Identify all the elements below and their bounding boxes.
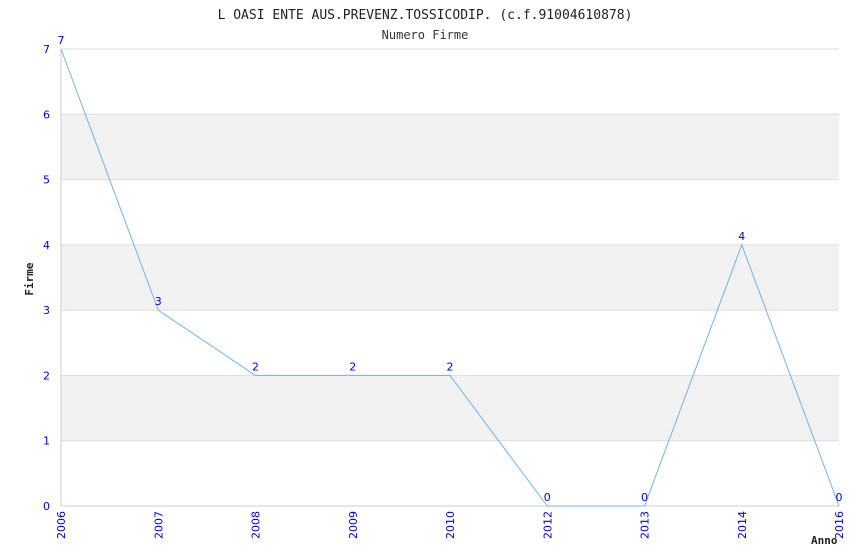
x-tick-label: 2006 bbox=[55, 511, 68, 539]
y-tick-label: 3 bbox=[43, 304, 50, 317]
y-tick-labels: 0 1 2 3 4 5 6 7 bbox=[43, 43, 50, 513]
grid-band bbox=[61, 114, 839, 180]
line-chart: 01234567 2006 2007 2008 2009 2010 2012 2013 201… bbox=[23, 8, 846, 547]
grid-band bbox=[61, 375, 839, 441]
data-label: 3 bbox=[155, 295, 162, 308]
y-tick-label: 5 bbox=[43, 174, 50, 187]
data-label: 7 bbox=[58, 34, 65, 47]
data-label: 2 bbox=[447, 360, 454, 373]
chart-subtitle: Numero Firme bbox=[382, 28, 469, 42]
x-tick-label: 2009 bbox=[347, 511, 360, 539]
data-label: 0 bbox=[836, 491, 843, 504]
data-label: 4 bbox=[738, 230, 745, 243]
data-label: 2 bbox=[349, 360, 356, 373]
y-tick-label: 1 bbox=[43, 435, 50, 448]
x-tick-label: 2008 bbox=[250, 511, 263, 539]
data-label: 0 bbox=[641, 491, 648, 504]
x-tick-label: 2007 bbox=[152, 511, 165, 539]
y-tick-label: 7 bbox=[43, 43, 50, 56]
x-axis-title: Anno bbox=[811, 534, 838, 547]
y-tick-label: 4 bbox=[43, 239, 50, 252]
grid-band bbox=[61, 244, 839, 311]
x-tick-label: 2010 bbox=[444, 511, 457, 539]
x-tick-label: 2013 bbox=[639, 511, 652, 539]
y-tick-label: 6 bbox=[43, 108, 50, 121]
x-tick-labels: 2006 2007 2008 2009 2010 2012 2013 2014 2016 bbox=[55, 511, 846, 539]
data-label: 2 bbox=[252, 360, 259, 373]
x-tick-label: 2012 bbox=[541, 511, 554, 539]
background-bands bbox=[61, 114, 839, 441]
chart-title: L OASI ENTE AUS.PREVENZ.TOSSICODIP. (c.f… bbox=[218, 8, 633, 23]
x-tick-label: 2014 bbox=[736, 511, 749, 539]
y-axis-title: Firme bbox=[23, 262, 36, 295]
y-tick-label: 2 bbox=[43, 369, 50, 382]
data-label: 0 bbox=[544, 491, 551, 504]
y-tick-label: 0 bbox=[43, 500, 50, 513]
